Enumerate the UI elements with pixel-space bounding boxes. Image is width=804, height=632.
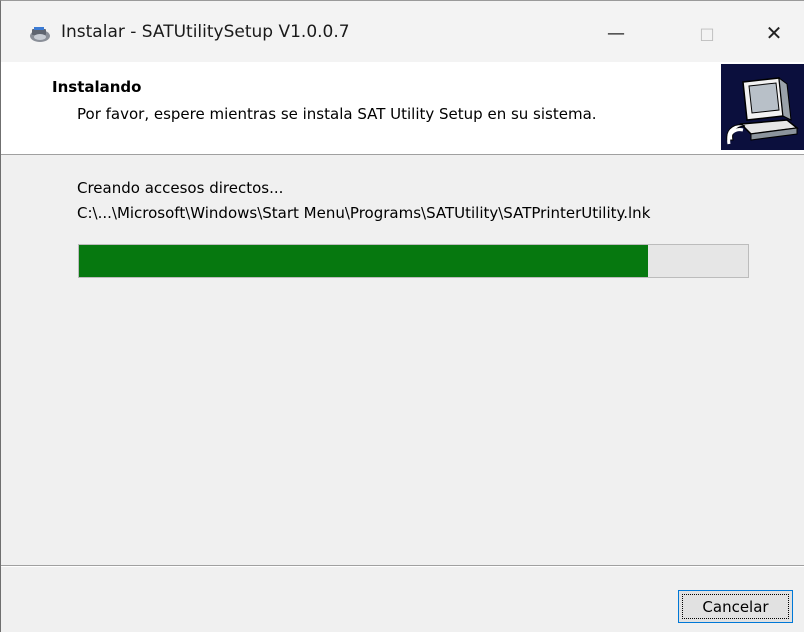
close-button[interactable]: ✕ bbox=[751, 11, 797, 55]
maximize-icon: □ bbox=[699, 23, 715, 43]
minimize-button[interactable]: — bbox=[593, 11, 639, 55]
page-title: Instalando bbox=[52, 78, 142, 96]
content-area: Creando accesos directos... C:\...\Micro… bbox=[1, 155, 804, 565]
title-bar[interactable]: Instalar - SATUtilitySetup V1.0.0.7 — □ … bbox=[1, 1, 804, 62]
close-icon: ✕ bbox=[765, 21, 783, 45]
progress-bar-fill bbox=[79, 245, 648, 277]
cancel-button[interactable]: Cancelar bbox=[678, 590, 793, 623]
page-description: Por favor, espere mientras se instala SA… bbox=[77, 105, 597, 123]
minimize-icon: — bbox=[607, 22, 625, 44]
window-title: Instalar - SATUtilitySetup V1.0.0.7 bbox=[61, 22, 350, 42]
status-label: Creando accesos directos... bbox=[77, 179, 284, 197]
wizard-header: Instalando Por favor, espere mientras se… bbox=[1, 62, 804, 155]
installer-icon bbox=[30, 27, 50, 42]
installer-window: Instalar - SATUtilitySetup V1.0.0.7 — □ … bbox=[0, 0, 804, 632]
computer-installer-icon bbox=[721, 64, 804, 150]
progress-bar bbox=[78, 244, 749, 278]
footer-separator bbox=[1, 565, 804, 567]
current-file-path: C:\...\Microsoft\Windows\Start Menu\Prog… bbox=[77, 204, 651, 222]
maximize-button: □ bbox=[684, 11, 730, 55]
